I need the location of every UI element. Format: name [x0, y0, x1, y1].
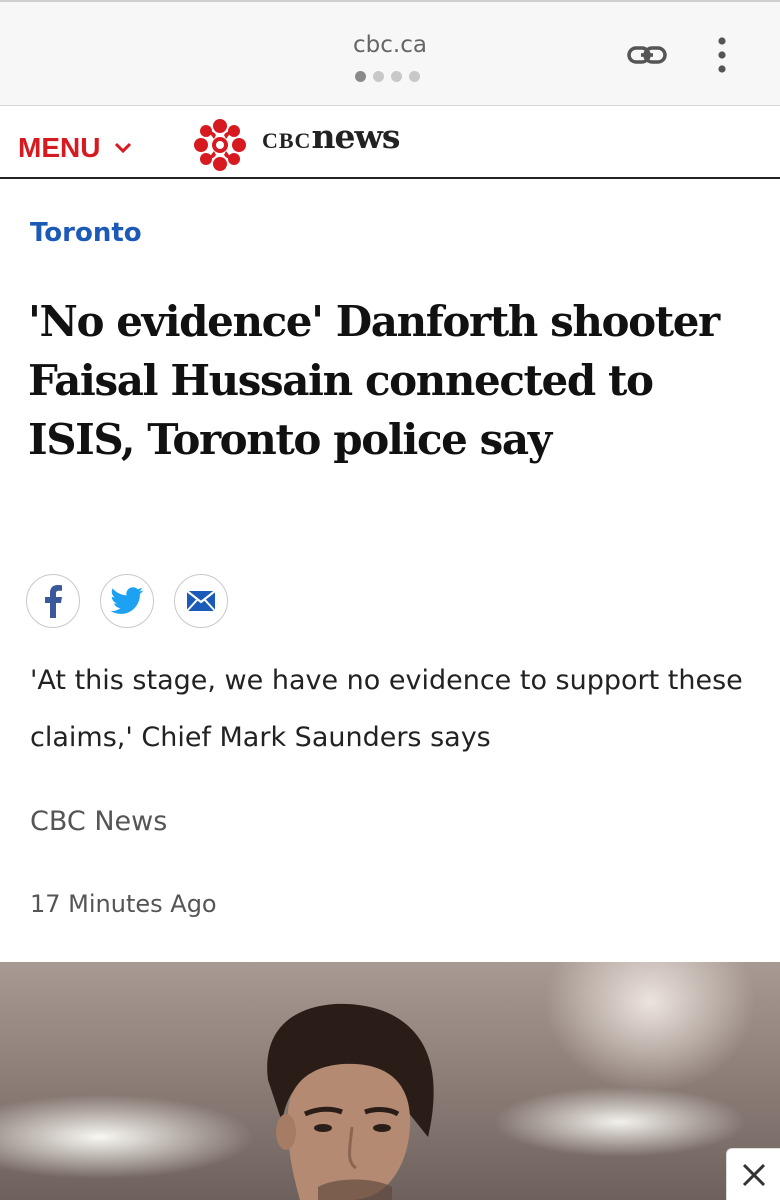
article-headline: 'No evidence' Danforth shooter Faisal Hu…: [28, 297, 720, 464]
twitter-icon: [110, 587, 144, 614]
page-dot: [373, 71, 384, 82]
link-icon[interactable]: [626, 40, 668, 70]
share-email-button[interactable]: [174, 574, 228, 628]
close-button[interactable]: [726, 1148, 780, 1200]
browser-address-bar: cbc.ca: [0, 0, 780, 106]
page-dot: [409, 71, 420, 82]
section-link-toronto[interactable]: Toronto: [30, 218, 142, 248]
more-options-icon[interactable]: [714, 36, 730, 76]
facebook-icon: [45, 585, 62, 618]
article-hero-image[interactable]: [0, 962, 780, 1200]
chevron-down-icon: [115, 142, 132, 154]
email-icon: [186, 590, 216, 612]
article-source: CBC News: [30, 806, 168, 837]
close-icon: [742, 1163, 765, 1186]
menu-button[interactable]: MENU: [18, 131, 132, 165]
article-deck: 'At this stage, we have no evidence to s…: [30, 665, 743, 753]
share-twitter-button[interactable]: [100, 574, 154, 628]
menu-label: MENU: [18, 132, 101, 163]
share-facebook-button[interactable]: [26, 574, 80, 628]
share-buttons: [26, 574, 228, 628]
cbc-gem-logo[interactable]: [192, 117, 248, 173]
cbc-news-wordmark[interactable]: CBC news: [262, 117, 400, 157]
page-dot: [391, 71, 402, 82]
article-timestamp: 17 Minutes Ago: [30, 890, 217, 918]
portrait-illustration: [267, 1003, 434, 1200]
brand-cbc: CBC: [262, 128, 312, 153]
tab-page-indicator: [355, 71, 420, 83]
brand-news: news: [311, 117, 400, 156]
page-dot: [355, 71, 366, 82]
site-header: MENU CBC news: [0, 107, 780, 179]
